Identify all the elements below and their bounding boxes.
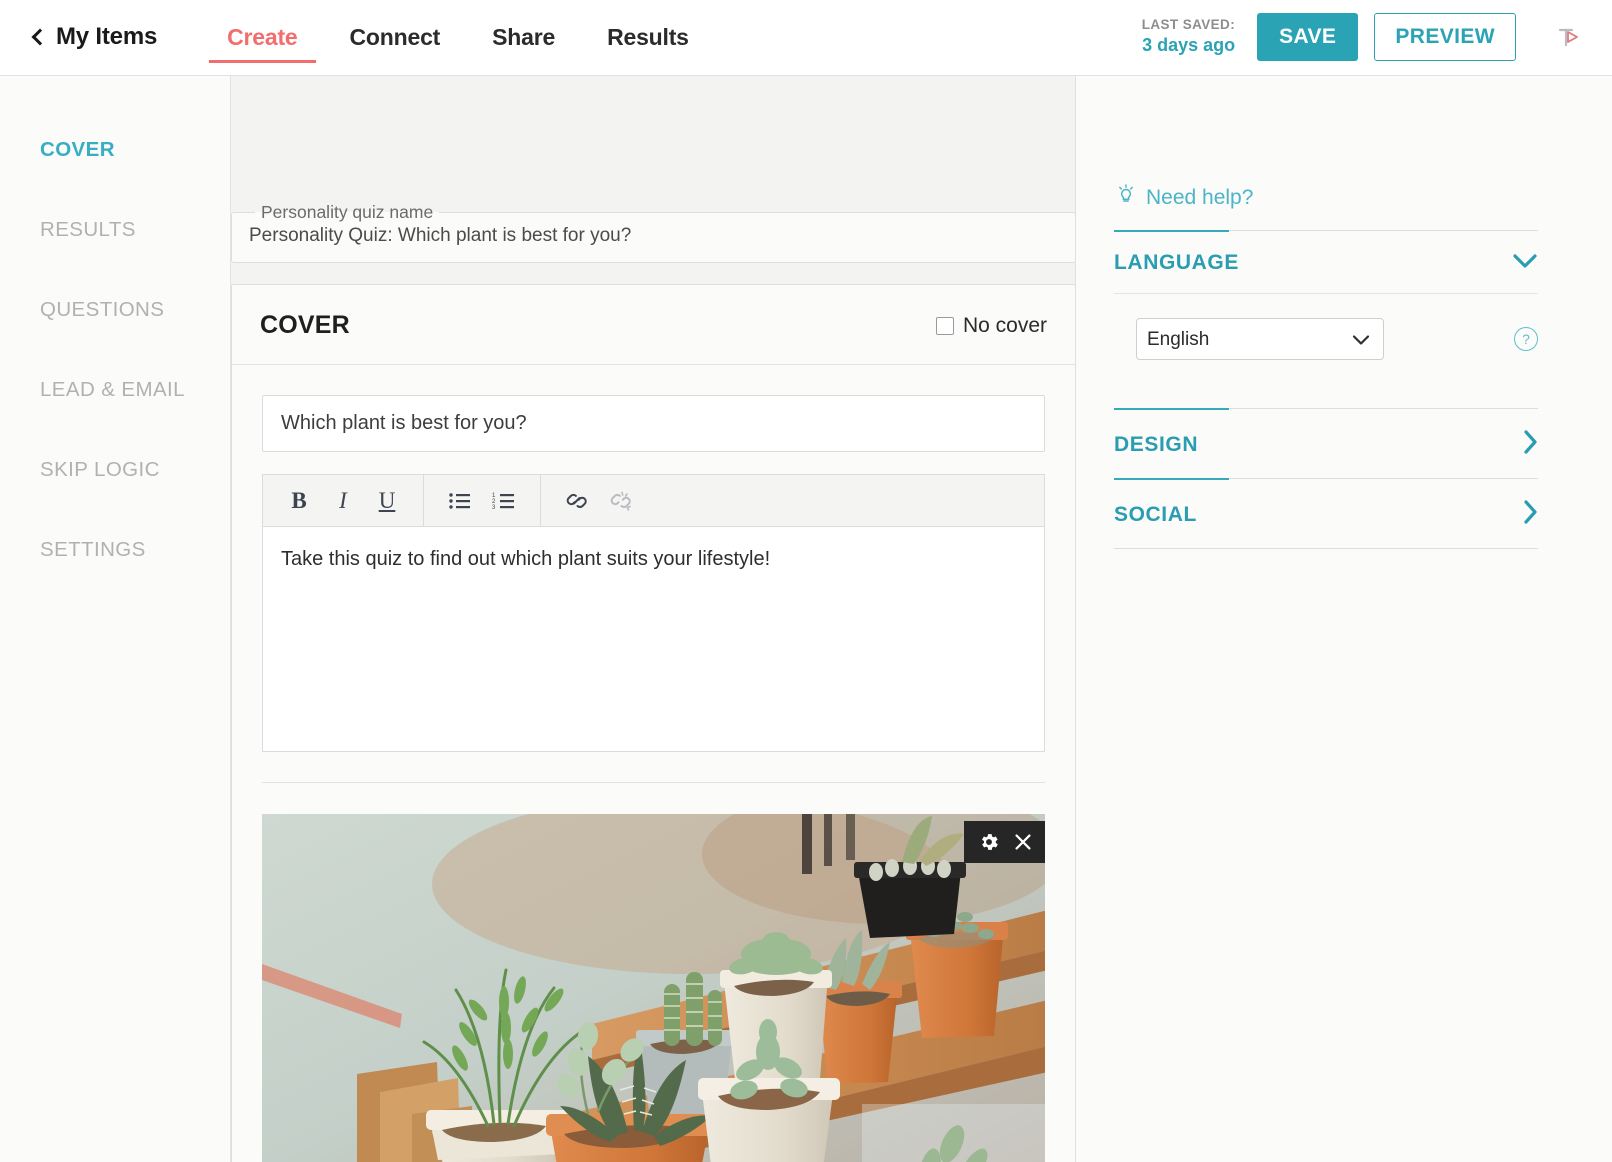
flag-pointer-icon[interactable] bbox=[1538, 14, 1598, 60]
svg-text:3: 3 bbox=[492, 505, 496, 511]
panel-section-language: LANGUAGE English ? bbox=[1114, 230, 1538, 408]
italic-glyph: I bbox=[339, 487, 347, 513]
chevron-right-icon[interactable] bbox=[1522, 429, 1538, 460]
tab-connect-label: Connect bbox=[349, 24, 441, 50]
sidebar-item-results-label: RESULTS bbox=[40, 218, 136, 241]
language-select-wrap: English bbox=[1136, 318, 1384, 360]
sidebar-item-questions[interactable]: QUESTIONS bbox=[0, 298, 230, 378]
last-saved-label: LAST SAVED: bbox=[1141, 17, 1236, 33]
cover-card-header: COVER No cover bbox=[232, 285, 1075, 365]
numbered-list-icon[interactable]: 1 2 3 bbox=[482, 479, 526, 523]
primary-nav: Create Connect Share Results bbox=[201, 0, 715, 75]
panel-section-language-header[interactable]: LANGUAGE bbox=[1114, 231, 1538, 293]
chevron-down-icon[interactable] bbox=[1512, 253, 1538, 274]
bold-icon[interactable]: B bbox=[277, 479, 321, 523]
sidebar-item-questions-label: QUESTIONS bbox=[40, 298, 165, 321]
insert-link-icon[interactable] bbox=[555, 479, 599, 523]
sidebar-item-skip-logic-label: SKIP LOGIC bbox=[40, 458, 160, 481]
quiz-name-field[interactable]: Personality quiz name Personality Quiz: … bbox=[231, 202, 1075, 263]
quiz-name-legend: Personality quiz name bbox=[261, 202, 434, 222]
last-saved-status: LAST SAVED: 3 days ago bbox=[1142, 17, 1235, 56]
tab-create[interactable]: Create bbox=[201, 0, 323, 75]
sidebar-item-settings-label: SETTINGS bbox=[40, 538, 146, 561]
editor-column: Personality quiz name Personality Quiz: … bbox=[231, 76, 1075, 1162]
chevron-right-icon[interactable] bbox=[1522, 499, 1538, 530]
back-link-label: My Items bbox=[56, 22, 158, 50]
chevron-left-icon bbox=[31, 28, 49, 45]
tab-results-label: Results bbox=[607, 24, 689, 50]
page-title: COVER bbox=[260, 311, 350, 339]
page-shell: COVER RESULTS QUESTIONS LEAD & EMAIL SKI… bbox=[0, 76, 1612, 1162]
cover-divider bbox=[262, 782, 1045, 783]
bullet-list-icon[interactable] bbox=[438, 479, 482, 523]
cover-title-input[interactable] bbox=[262, 395, 1045, 452]
italic-icon[interactable]: I bbox=[321, 479, 365, 523]
cover-card-body: B I U bbox=[232, 365, 1075, 783]
preview-button[interactable]: PREVIEW bbox=[1374, 13, 1516, 61]
tab-results[interactable]: Results bbox=[581, 0, 715, 75]
no-cover-label: No cover bbox=[962, 313, 1047, 337]
tab-connect[interactable]: Connect bbox=[324, 0, 467, 75]
toolbar-group-lists: 1 2 3 bbox=[424, 475, 541, 526]
toolbar-group-links bbox=[541, 475, 657, 526]
tab-create-label: Create bbox=[227, 24, 298, 50]
need-help-link[interactable]: Need help? bbox=[1114, 184, 1538, 212]
need-help-label: Need help? bbox=[1146, 186, 1254, 209]
no-cover-toggle[interactable]: No cover bbox=[935, 313, 1047, 338]
section-sidebar: COVER RESULTS QUESTIONS LEAD & EMAIL SKI… bbox=[0, 76, 231, 1162]
panel-section-design-title: DESIGN bbox=[1114, 432, 1199, 456]
sidebar-item-results[interactable]: RESULTS bbox=[0, 218, 230, 298]
no-cover-checkbox[interactable] bbox=[935, 316, 954, 335]
sidebar-item-cover[interactable]: COVER bbox=[0, 138, 230, 218]
panel-section-design-header[interactable]: DESIGN bbox=[1114, 409, 1538, 478]
top-bar: My Items Create Connect Share Results LA… bbox=[0, 0, 1612, 76]
cover-card: COVER No cover B bbox=[231, 284, 1075, 1162]
tab-share-label: Share bbox=[492, 24, 556, 50]
cover-description-editor: B I U 1 2 3 Take this quiz to find out w… bbox=[262, 474, 1045, 752]
sidebar-item-settings[interactable]: SETTINGS bbox=[0, 538, 230, 618]
question-mark-icon[interactable]: ? bbox=[1514, 327, 1538, 351]
close-icon[interactable] bbox=[1008, 827, 1038, 857]
top-bar-actions: LAST SAVED: 3 days ago SAVE PREVIEW bbox=[1142, 0, 1612, 74]
back-to-my-items-link[interactable]: My Items bbox=[31, 22, 158, 53]
lightbulb-icon bbox=[1116, 184, 1136, 212]
remove-link-icon bbox=[599, 479, 643, 523]
save-button[interactable]: SAVE bbox=[1257, 13, 1359, 61]
panel-section-social-header[interactable]: SOCIAL bbox=[1114, 479, 1538, 548]
gear-icon[interactable] bbox=[974, 827, 1004, 857]
panel-section-social-title: SOCIAL bbox=[1114, 502, 1197, 526]
tab-share[interactable]: Share bbox=[466, 0, 581, 75]
cover-image-toolbar bbox=[964, 821, 1045, 863]
quiz-name-input[interactable]: Personality Quiz: Which plant is best fo… bbox=[248, 223, 1059, 247]
sidebar-item-cover-label: COVER bbox=[40, 138, 115, 161]
settings-panel: Need help? LANGUAGE English ? DESIGN SOC… bbox=[1075, 76, 1612, 1162]
bold-glyph: B bbox=[291, 487, 307, 513]
sidebar-item-lead-and-email-label: LEAD & EMAIL bbox=[40, 378, 185, 401]
panel-section-social: SOCIAL bbox=[1114, 478, 1538, 548]
cover-description-input[interactable]: Take this quiz to find out which plant s… bbox=[262, 526, 1045, 752]
sidebar-item-skip-logic[interactable]: SKIP LOGIC bbox=[0, 458, 230, 538]
language-selector-row: English ? bbox=[1114, 293, 1538, 408]
panel-section-design: DESIGN bbox=[1114, 408, 1538, 478]
panel-bottom-divider bbox=[1114, 548, 1538, 549]
underline-icon[interactable]: U bbox=[365, 479, 409, 523]
cover-image-block bbox=[262, 814, 1045, 1162]
toolbar-group-text-style: B I U bbox=[263, 475, 424, 526]
rich-text-toolbar: B I U 1 2 3 bbox=[262, 474, 1045, 526]
underline-glyph: U bbox=[378, 487, 396, 513]
panel-section-language-title: LANGUAGE bbox=[1114, 251, 1239, 274]
sidebar-item-lead-and-email[interactable]: LEAD & EMAIL bbox=[0, 378, 230, 458]
last-saved-value: 3 days ago bbox=[1142, 35, 1236, 56]
language-select[interactable]: English bbox=[1136, 318, 1384, 360]
cover-image[interactable] bbox=[262, 814, 1045, 1162]
